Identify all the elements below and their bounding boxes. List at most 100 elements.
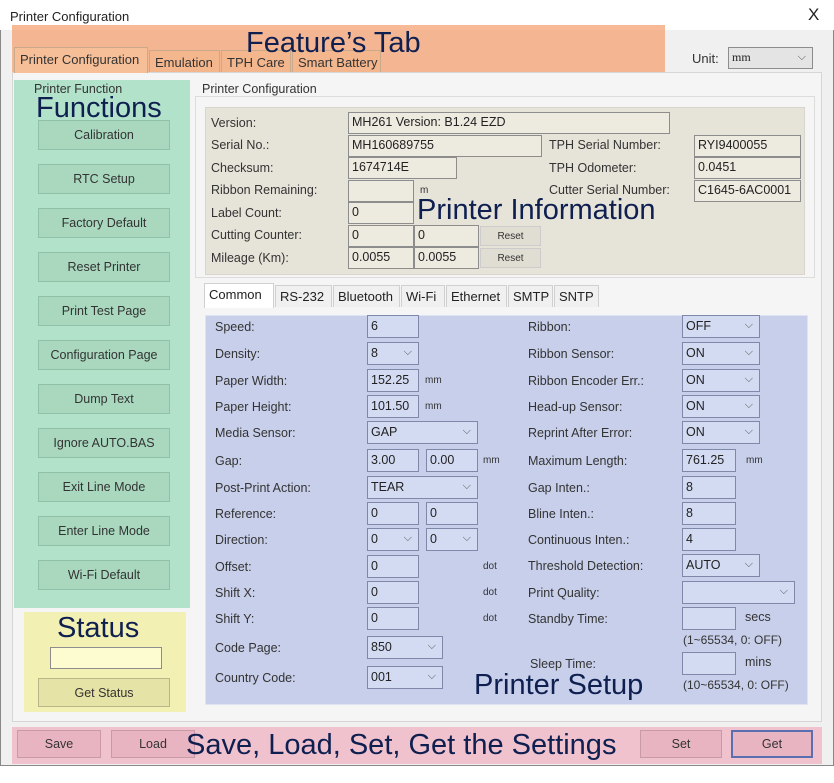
tab-wi-fi[interactable]: Wi-Fi	[401, 285, 445, 307]
chevron-down-icon: ⌵	[797, 51, 806, 63]
direction-value: 0	[430, 532, 437, 546]
chevron-down-icon: ⌵	[427, 640, 436, 652]
printer-configuration-group-label: Printer Configuration	[200, 82, 319, 96]
media-sensor-select[interactable]: GAP ⌵	[367, 421, 478, 444]
close-button[interactable]: X	[808, 5, 819, 25]
label-shift-x: Shift X:	[215, 586, 256, 600]
tab-emulation[interactable]: Emulation	[149, 50, 220, 72]
chevron-down-icon: ⌵	[462, 480, 471, 492]
gap-input-2[interactable]: 0.00	[426, 449, 478, 472]
tab-bluetooth[interactable]: Bluetooth	[333, 285, 400, 307]
gap-inten-input[interactable]: 8	[682, 476, 736, 499]
annotation-status: Status	[57, 612, 140, 644]
ribbon-encoder-err-select[interactable]: ON ⌵	[682, 369, 760, 392]
maximum-length-input[interactable]: 761.25	[682, 449, 736, 472]
tab-common[interactable]: Common	[204, 283, 274, 308]
exit-line-mode-button[interactable]: Exit Line Mode	[38, 472, 170, 502]
country-code-select[interactable]: 001 ⌵	[367, 666, 443, 689]
wi-fi-default-button[interactable]: Wi-Fi Default	[38, 560, 170, 590]
configuration-page-button[interactable]: Configuration Page	[38, 340, 170, 370]
tab-printer-configuration[interactable]: Printer Configuration	[14, 47, 148, 73]
standby-time-input[interactable]	[682, 607, 736, 630]
load-button[interactable]: Load	[111, 730, 195, 758]
gap-value: 0.00	[430, 453, 455, 467]
label-code-page: Code Page:	[215, 641, 282, 655]
ribbon-select[interactable]: OFF ⌵	[682, 315, 760, 338]
sleep-time-unit: mins	[745, 655, 772, 669]
density-select[interactable]: 8 ⌵	[367, 342, 419, 365]
media-sensor-value: GAP	[371, 425, 398, 439]
label-shift-y: Shift Y:	[215, 612, 255, 626]
gap-inten-value: 8	[686, 480, 693, 494]
cutting-counter-reset-button[interactable]: Reset	[480, 226, 541, 246]
label-ribbon-sensor: Ribbon Sensor:	[528, 347, 615, 361]
get-status-button[interactable]: Get Status	[38, 678, 170, 707]
save-button[interactable]: Save	[17, 730, 101, 758]
reference-input-2[interactable]: 0	[426, 502, 478, 525]
label-gap: Gap:	[215, 454, 243, 468]
cutting-counter-field-1: 0	[348, 225, 414, 247]
label-paper-width: Paper Width:	[215, 374, 288, 388]
shift-y-input[interactable]: 0	[367, 607, 419, 630]
gap-unit: mm	[483, 455, 500, 466]
calibration-button[interactable]: Calibration	[38, 120, 170, 150]
tab-sntp[interactable]: SNTP	[554, 285, 599, 307]
tab-ethernet[interactable]: Ethernet	[446, 285, 507, 307]
reset-printer-button[interactable]: Reset Printer	[38, 252, 170, 282]
direction-select-2[interactable]: 0 ⌵	[426, 528, 478, 551]
label-reference: Reference:	[215, 507, 277, 521]
sleep-time-input[interactable]	[682, 652, 736, 675]
ribbon-sensor-select[interactable]: ON ⌵	[682, 342, 760, 365]
label-media-sensor: Media Sensor:	[215, 426, 296, 440]
enter-line-mode-button[interactable]: Enter Line Mode	[38, 516, 170, 546]
tab-rs-232[interactable]: RS-232	[275, 285, 332, 307]
get-button[interactable]: Get	[731, 730, 813, 758]
continuous-inten-input[interactable]: 4	[682, 528, 736, 551]
mileage-reset-button[interactable]: Reset	[480, 248, 541, 268]
threshold-detection-select[interactable]: AUTO ⌵	[682, 554, 760, 577]
reference-input-1[interactable]: 0	[367, 502, 419, 525]
rtc-setup-button[interactable]: RTC Setup	[38, 164, 170, 194]
unit-select[interactable]: mm ⌵	[728, 47, 813, 69]
shift-x-value: 0	[371, 585, 378, 599]
mileage-field-2: 0.0055	[414, 247, 479, 269]
annotation-save-load-set-get: Save, Load, Set, Get the Settings	[186, 729, 617, 761]
label-label-count: Label Count:	[211, 206, 282, 220]
bline-inten-input[interactable]: 8	[682, 502, 736, 525]
speed-value: 6	[371, 319, 378, 333]
paper-width-input[interactable]: 152.25	[367, 369, 419, 392]
ribbon-encoder-err-value: ON	[686, 373, 705, 387]
print-test-page-button[interactable]: Print Test Page	[38, 296, 170, 326]
chevron-down-icon: ⌵	[744, 346, 753, 358]
factory-default-button[interactable]: Factory Default	[38, 208, 170, 238]
dump-text-button[interactable]: Dump Text	[38, 384, 170, 414]
speed-input[interactable]: 6	[367, 315, 419, 338]
status-field[interactable]	[50, 647, 162, 669]
tab-smtp[interactable]: SMTP	[508, 285, 553, 307]
reprint-after-error-select[interactable]: ON ⌵	[682, 421, 760, 444]
print-quality-select[interactable]: ⌵	[682, 581, 795, 604]
annotation-printer-information: Printer Information	[417, 194, 656, 226]
gap-input-1[interactable]: 3.00	[367, 449, 419, 472]
label-threshold-detection: Threshold Detection:	[528, 559, 644, 573]
continuous-inten-value: 4	[686, 532, 693, 546]
direction-select-1[interactable]: 0 ⌵	[367, 528, 419, 551]
threshold-detection-value: AUTO	[686, 558, 721, 572]
annotation-functions: Functions	[36, 92, 162, 124]
code-page-select[interactable]: 850 ⌵	[367, 636, 443, 659]
chevron-down-icon: ⌵	[744, 399, 753, 411]
ignore-auto-bas-button[interactable]: Ignore AUTO.BAS	[38, 428, 170, 458]
label-country-code: Country Code:	[215, 671, 296, 685]
offset-unit: dot	[483, 561, 497, 572]
set-button[interactable]: Set	[640, 730, 722, 758]
offset-input[interactable]: 0	[367, 555, 419, 578]
window-title: Printer Configuration	[10, 9, 130, 24]
label-ribbon-remaining: Ribbon Remaining:	[211, 183, 318, 197]
post-print-action-select[interactable]: TEAR ⌵	[367, 476, 478, 499]
label-ribbon: Ribbon:	[528, 320, 572, 334]
reference-value: 0	[371, 506, 378, 520]
label-density: Density:	[215, 347, 261, 361]
head-up-sensor-select[interactable]: ON ⌵	[682, 395, 760, 418]
paper-height-input[interactable]: 101.50	[367, 395, 419, 418]
shift-x-input[interactable]: 0	[367, 581, 419, 604]
